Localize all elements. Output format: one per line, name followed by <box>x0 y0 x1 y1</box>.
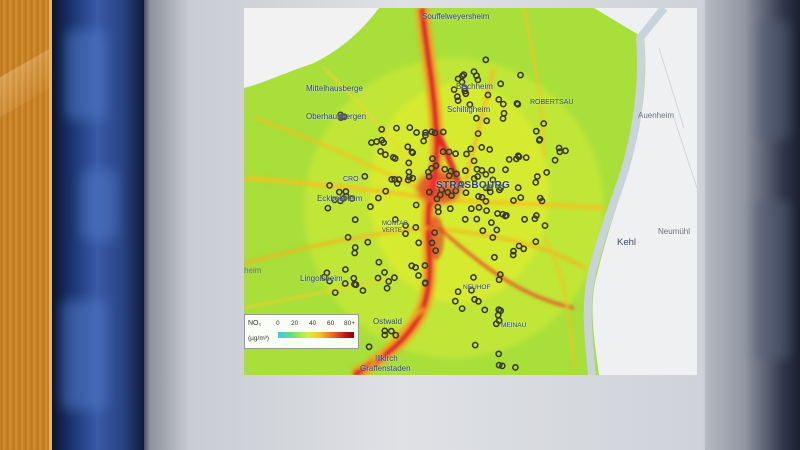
place-cronenbourg: CRO <box>343 176 359 183</box>
place-oberhausbergen: Oberhausbergen <box>306 112 367 121</box>
place-heim: heim <box>244 266 262 275</box>
place-mittelhausbergen: Mittelhausberge <box>306 84 363 93</box>
place-neuhof: NEUHOF <box>463 284 491 291</box>
legend-color-scale <box>278 332 354 338</box>
blurred-background-band <box>52 0 144 450</box>
place-strasbourg: STRASBOURG <box>436 180 511 191</box>
place-robertsau: ROBERTSAU <box>530 99 574 106</box>
place-illkirch: Illkirch <box>375 354 398 363</box>
place-meinau: MEINAU <box>501 322 527 329</box>
blur-blob <box>82 170 117 240</box>
place-ostwald: Ostwald <box>373 317 402 326</box>
place-neumuhl: Neumühl <box>658 227 691 236</box>
place-graffenstaden: Graffenstaden <box>360 364 411 373</box>
place-auenheim: Auenheim <box>638 111 675 120</box>
place-kehl: Kehl <box>617 237 637 248</box>
legend-tick: 20 <box>291 320 299 327</box>
blur-blob <box>62 300 107 410</box>
blur-blob <box>755 200 790 360</box>
map-legend: NO₂ (µg/m³) 0 20 40 60 80+ <box>244 314 359 349</box>
legend-tick: 40 <box>309 320 317 327</box>
legend-tick: 80+ <box>344 320 356 327</box>
pollution-map[interactable]: Souffelweyersheim Mittelhausberge Oberha… <box>244 8 697 375</box>
blur-blob <box>66 30 106 120</box>
legend-tick: 0 <box>276 320 280 327</box>
place-eckbolsheim: Eckbolsheim <box>317 194 363 203</box>
legend-pollutant: NO₂ <box>248 320 262 327</box>
place-bischheim: Bischheim <box>456 82 493 91</box>
left-decor-strip <box>0 0 70 450</box>
place-schiltigheim: Schiltigheim <box>447 105 491 114</box>
legend-unit: (µg/m³) <box>248 335 270 342</box>
place-souffelweyersheim: Souffelweyersheim <box>422 12 490 21</box>
right-blurred-panel <box>705 0 800 450</box>
legend-tick: 60 <box>327 320 335 327</box>
place-montagne-verte: MONTAG VERTE <box>382 221 408 234</box>
place-lingolsheim: Lingolsheim <box>300 274 343 283</box>
blur-blob <box>760 20 790 140</box>
